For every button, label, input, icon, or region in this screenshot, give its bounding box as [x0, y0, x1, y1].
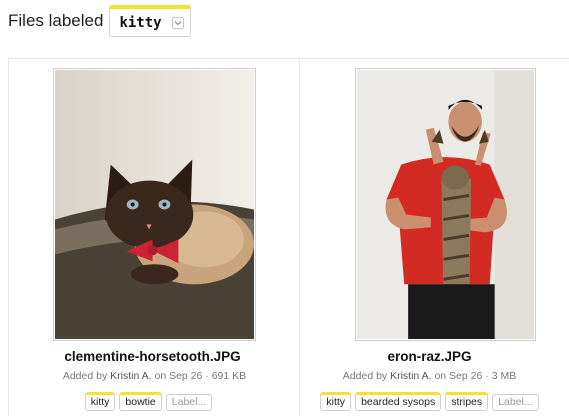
header-prefix: Files labeled — [8, 11, 104, 30]
tag-kitty[interactable]: kitty — [320, 392, 352, 411]
add-label-button[interactable]: Label... — [492, 394, 539, 411]
man-holding-cat-photo-icon — [357, 70, 534, 339]
tag-bowtie[interactable]: bowtie — [119, 392, 162, 411]
added-date: on Sep 26 — [434, 370, 483, 382]
tag-bearded-sysops[interactable]: bearded sysops — [355, 392, 442, 411]
cat-photo-icon — [55, 70, 254, 339]
file-grid: clementine-horsetooth.JPG Added by Krist… — [8, 58, 569, 416]
author-name: Kristin A. — [390, 370, 432, 382]
meta-separator: · — [485, 370, 489, 382]
file-name[interactable]: eron-raz.JPG — [300, 349, 559, 364]
man-holding-cat-photo-thumbnail[interactable] — [355, 68, 536, 341]
added-prefix: Added by — [342, 370, 388, 382]
selected-label: kitty — [119, 14, 162, 31]
author-name: Kristin A. — [110, 370, 152, 382]
tag-kitty[interactable]: kitty — [84, 392, 116, 411]
file-card[interactable]: clementine-horsetooth.JPG Added by Krist… — [8, 59, 300, 416]
label-filter-select[interactable]: kitty — [109, 5, 191, 37]
tag-list: kitty bearded sysops stripes Label... — [300, 392, 559, 411]
file-size: 691 KB — [211, 370, 247, 382]
added-prefix: Added by — [62, 370, 108, 382]
file-meta: Added by Kristin A. on Sep 26 · 3 MB — [300, 370, 559, 382]
added-date: on Sep 26 — [154, 370, 203, 382]
file-size: 3 MB — [491, 370, 517, 382]
add-label-button[interactable]: Label... — [165, 394, 213, 411]
meta-separator: · — [205, 370, 209, 382]
chevron-down-icon[interactable] — [171, 16, 184, 29]
file-meta: Added by Kristin A. on Sep 26 · 691 KB — [9, 370, 300, 382]
tag-stripes[interactable]: stripes — [445, 392, 489, 411]
file-card[interactable]: eron-raz.JPG Added by Kristin A. on Sep … — [299, 59, 569, 416]
tag-list: kitty bowtie Label... — [0, 392, 300, 411]
page-header: Files labeled kitty — [8, 4, 191, 38]
file-name[interactable]: clementine-horsetooth.JPG — [7, 349, 298, 364]
cat-photo-thumbnail[interactable] — [53, 68, 256, 341]
